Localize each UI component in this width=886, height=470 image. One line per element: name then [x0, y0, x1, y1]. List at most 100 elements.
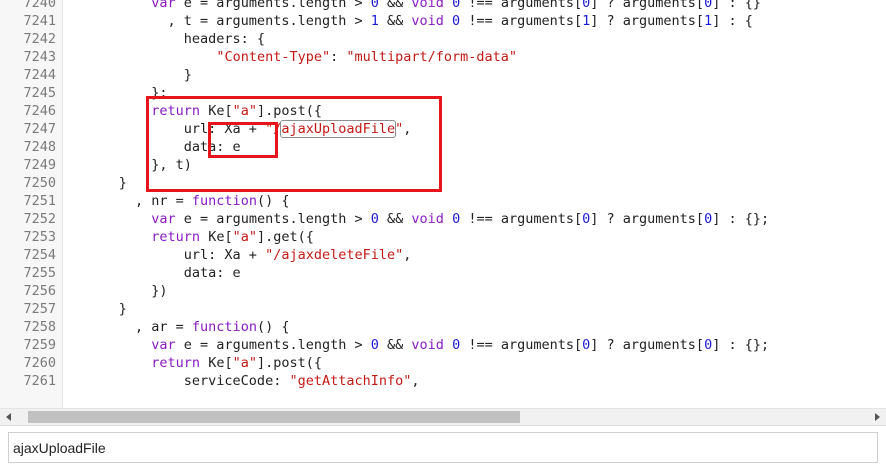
line-number: 7258 — [23, 319, 56, 335]
code-text: var e = arguments.length > 0 && void 0 !… — [70, 210, 769, 228]
code-token: void — [411, 13, 444, 29]
code-token: 1 — [704, 13, 713, 29]
code-line: 7241 , t = arguments.length > 1 && void … — [0, 12, 886, 30]
line-number: 7247 — [23, 121, 56, 137]
code-token: , — [411, 373, 420, 389]
code-token: ] : { — [712, 13, 753, 29]
code-token: , — [403, 121, 412, 137]
code-token: Ke[ — [200, 229, 233, 245]
code-text: return Ke["a"].post({ — [70, 102, 322, 120]
code-line: 7249 }, t) — [0, 156, 886, 174]
code-line: 7256 }) — [0, 282, 886, 300]
code-text: } — [70, 174, 127, 192]
code-token: 0 — [370, 0, 379, 11]
code-token: && — [378, 0, 412, 11]
code-token: ] : {} — [712, 0, 761, 11]
code-token: ].post({ — [256, 103, 322, 119]
code-token: function — [191, 193, 257, 209]
line-number: 7246 — [23, 103, 56, 119]
line-number: 7256 — [23, 283, 56, 299]
code-line: 7258 , ar = function() { — [0, 318, 886, 336]
code-token: data: e — [70, 139, 241, 155]
code-token: var — [151, 337, 176, 353]
code-token: return — [151, 103, 201, 119]
code-token: "/ — [265, 121, 282, 137]
code-token: 0 — [452, 0, 461, 11]
line-number: 7248 — [23, 139, 56, 155]
code-token: }; — [70, 85, 168, 101]
code-token: "/ajaxdeleteFile" — [265, 247, 404, 263]
line-number: 7252 — [23, 211, 56, 227]
code-line: 7261 serviceCode: "getAttachInfo", — [0, 372, 886, 390]
code-token: "getAttachInfo" — [289, 373, 412, 389]
scrollbar-thumb[interactable] — [28, 411, 520, 423]
code-token: url: Xa + — [70, 121, 266, 137]
code-token: ] ? arguments[ — [590, 0, 705, 11]
code-token: } — [70, 175, 127, 191]
code-text: }) — [70, 282, 167, 300]
code-token: url: Xa + — [70, 247, 266, 263]
line-number: 7242 — [23, 31, 56, 47]
code-token: () { — [256, 193, 290, 209]
find-bar — [0, 425, 886, 470]
code-line: 7242 headers: { — [0, 30, 886, 48]
code-token: !== arguments[ — [460, 0, 583, 11]
scroll-left-icon[interactable] — [6, 413, 11, 421]
code-token: 0 — [704, 337, 713, 353]
code-lines: 7240 var e = arguments.length > 0 && voi… — [0, 0, 886, 390]
code-token: ] ? arguments[ — [590, 211, 705, 227]
line-number: 7257 — [23, 301, 56, 317]
code-token: : — [330, 49, 347, 65]
code-token: ] : {}; — [712, 337, 770, 353]
line-number: 7241 — [23, 13, 56, 29]
code-token: 0 — [704, 211, 713, 227]
code-token: ] ? arguments[ — [590, 337, 705, 353]
search-match: ajaxUploadFile — [280, 120, 397, 138]
code-editor[interactable]: 7240 var e = arguments.length > 0 && voi… — [0, 0, 886, 408]
code-token: && — [378, 13, 412, 29]
code-token: Ke[ — [200, 355, 233, 371]
code-line: 7251 , nr = function() { — [0, 192, 886, 210]
code-token: 1 — [370, 13, 379, 29]
code-token: ] ? arguments[ — [590, 13, 705, 29]
code-text: }, t) — [70, 156, 192, 174]
code-token: ].get({ — [256, 229, 314, 245]
code-text: url: Xa + "/ajaxdeleteFile", — [70, 246, 412, 264]
code-token: , — [403, 247, 412, 263]
code-line: 7247 url: Xa + "/ajaxUploadFile", — [0, 120, 886, 138]
code-text: data: e — [70, 138, 241, 156]
code-token: , ar = — [70, 319, 192, 335]
code-text: headers: { — [70, 30, 265, 48]
code-token: void — [411, 211, 444, 227]
line-number: 7259 — [23, 337, 56, 353]
code-token: && — [378, 211, 412, 227]
code-token: e = arguments.length > — [175, 211, 371, 227]
scroll-right-icon[interactable] — [875, 413, 880, 421]
code-token: Ke[ — [200, 103, 233, 119]
code-token: !== arguments[ — [460, 337, 583, 353]
code-line: 7248 data: e — [0, 138, 886, 156]
code-line: 7245 }; — [0, 84, 886, 102]
code-token: "multipart/form-data" — [346, 49, 518, 65]
line-number: 7249 — [23, 157, 56, 173]
code-line: 7253 return Ke["a"].get({ — [0, 228, 886, 246]
code-token: } — [70, 67, 192, 83]
code-token: && — [378, 337, 412, 353]
code-token: () { — [256, 319, 290, 335]
code-text: return Ke["a"].post({ — [70, 354, 322, 372]
code-token: "Content-Type" — [216, 49, 331, 65]
line-number: 7260 — [23, 355, 56, 371]
code-token: , nr = — [70, 193, 192, 209]
code-text: "Content-Type": "multipart/form-data" — [70, 48, 517, 66]
code-text: , t = arguments.length > 1 && void 0 !==… — [70, 12, 753, 30]
code-token: var — [151, 0, 176, 11]
line-number: 7254 — [23, 247, 56, 263]
horizontal-scrollbar[interactable] — [0, 408, 886, 425]
code-token: "a" — [232, 103, 257, 119]
search-input[interactable] — [8, 432, 878, 463]
